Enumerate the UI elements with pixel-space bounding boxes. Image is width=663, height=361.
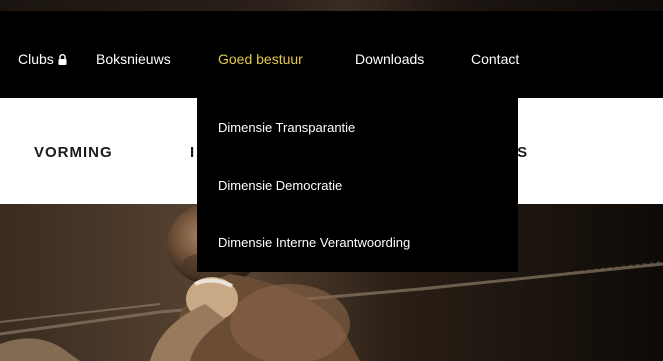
dropdown-item-democratie[interactable]: Dimensie Democratie — [218, 178, 342, 194]
dropdown-item-interne-verantwoording[interactable]: Dimensie Interne Verantwoording — [218, 235, 410, 251]
subnav-item-partial[interactable]: I — [190, 144, 195, 161]
goed-bestuur-dropdown-menu: Dimensie Transparantie Dimensie Democrat… — [197, 98, 518, 272]
main-navigation: Clubs Boksnieuws Goed bestuur Downloads … — [0, 14, 663, 98]
nav-item-contact[interactable]: Contact — [471, 51, 519, 67]
hero-image-top-edge — [0, 0, 663, 14]
nav-item-goed-bestuur[interactable]: Goed bestuur — [218, 51, 303, 67]
nav-item-boksnieuws[interactable]: Boksnieuws — [96, 51, 171, 67]
subnav-item-vorming[interactable]: VORMING — [34, 144, 113, 161]
lock-icon — [58, 54, 67, 65]
dropdown-item-transparantie[interactable]: Dimensie Transparantie — [218, 120, 355, 136]
nav-item-clubs[interactable]: Clubs — [18, 51, 67, 67]
nav-item-clubs-label: Clubs — [18, 51, 54, 67]
nav-item-downloads[interactable]: Downloads — [355, 51, 424, 67]
page: Clubs Boksnieuws Goed bestuur Downloads … — [0, 0, 663, 361]
